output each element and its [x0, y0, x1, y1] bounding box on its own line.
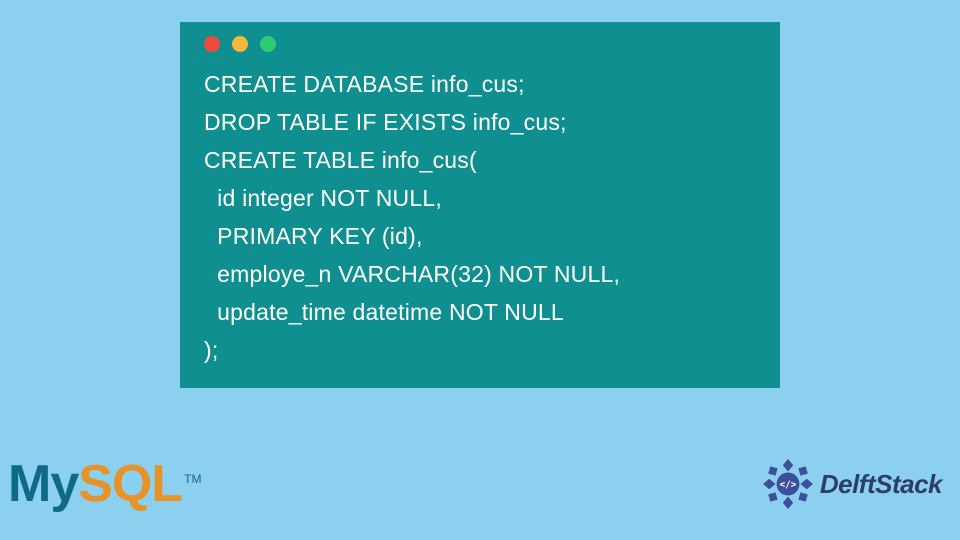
minimize-icon: [232, 36, 248, 52]
code-block: CREATE DATABASE info_cus; DROP TABLE IF …: [198, 66, 762, 370]
mysql-logo-sql: SQL: [78, 455, 182, 513]
window-traffic-lights: [198, 36, 762, 52]
code-window: CREATE DATABASE info_cus; DROP TABLE IF …: [180, 22, 780, 388]
svg-text:</>: </>: [779, 480, 796, 491]
mysql-logo-my: My: [8, 455, 78, 513]
maximize-icon: [260, 36, 276, 52]
delftstack-badge-icon: </>: [762, 458, 814, 510]
mysql-logo-tm: TM: [184, 472, 201, 486]
delftstack-logo: </> DelftStack: [762, 458, 942, 510]
close-icon: [204, 36, 220, 52]
mysql-logo: MySQLTM: [8, 454, 201, 514]
delftstack-text: DelftStack: [820, 469, 942, 500]
